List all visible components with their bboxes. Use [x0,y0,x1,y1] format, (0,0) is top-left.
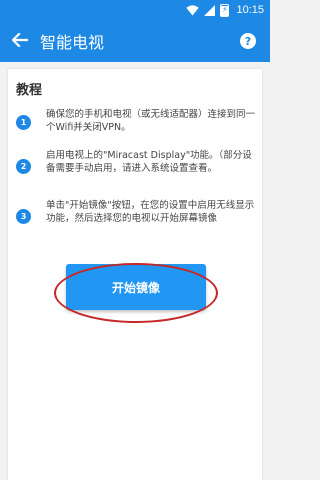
app-bar: 智能电视 ? [0,20,270,62]
tutorial-step-2: 2 启用电视上的"Miracast Display"功能。（部分设备需要手动启用… [16,150,256,175]
tutorial-step-1: 1 确保您的手机和电视（或无线适配器）连接到同一个Wifi并关闭VPN。 [16,109,256,134]
status-time: 10:15 [236,4,264,16]
back-button[interactable] [2,20,38,62]
status-bar: ⚡ 10:15 [0,0,270,20]
wifi-icon [186,4,200,16]
help-button[interactable]: ? [240,33,256,49]
page-title: 智能电视 [40,33,105,52]
step-number-badge: 2 [16,159,31,174]
start-mirroring-button[interactable]: 开始镜像 [66,264,206,310]
signal-icon [204,4,216,16]
status-icons: ⚡ 10:15 [186,3,264,17]
step-text: 单击"开始镜像"按钮，在您的设置中启用无线显示功能，然后选择您的电视以开始屏幕镜… [46,200,255,224]
step-text: 确保您的手机和电视（或无线适配器）连接到同一个Wifi并关闭VPN。 [46,109,256,133]
charging-bolt-icon: ⚡ [222,5,228,14]
question-mark-icon: ? [244,34,252,48]
battery-charging-icon: ⚡ [220,3,230,17]
step-text: 启用电视上的"Miracast Display"功能。（部分设备需要手动启用，请… [46,150,252,174]
tutorial-title: 教程 [16,83,43,98]
arrow-left-icon [11,31,29,51]
tutorial-card: 教程 1 确保您的手机和电视（或无线适配器）连接到同一个Wifi并关闭VPN。 … [8,69,262,480]
tutorial-step-3: 3 单击"开始镜像"按钮，在您的设置中启用无线显示功能，然后选择您的电视以开始屏… [16,200,256,225]
step-number-badge: 1 [16,115,31,130]
step-number-badge: 3 [16,209,31,224]
